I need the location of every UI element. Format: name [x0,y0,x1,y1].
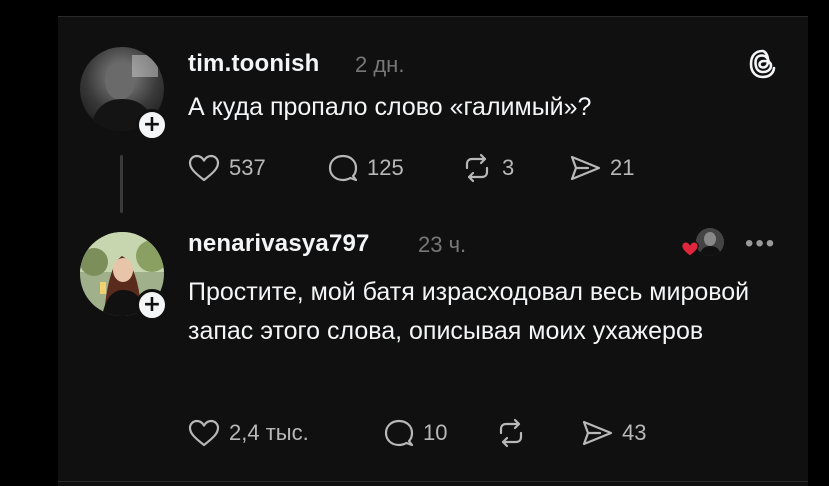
like-count: 2,4 тыс. [229,420,309,445]
thread-connector-line [120,155,123,213]
heart-icon [187,153,221,183]
follow-plus-button[interactable]: + [136,109,168,141]
author-avatar [696,228,724,256]
comment-button[interactable]: 10 [381,418,447,448]
post-time: 2 дн. [355,52,405,77]
post-text: Простите, мой батя израсходовал весь мир… [188,278,750,345]
repost-icon [494,418,528,448]
liked-by-author-badge [680,228,726,260]
comment-button[interactable]: 125 [325,153,404,183]
post-text: А куда пропало слово «галимый»? [188,93,592,121]
post-time: 23 ч. [418,232,467,257]
send-icon [580,418,614,448]
like-button[interactable]: 537 [187,153,266,183]
comment-count: 125 [367,155,404,180]
comment-icon [381,418,415,448]
heart-icon [187,418,221,448]
follow-plus-button[interactable]: + [136,289,168,321]
share-button[interactable]: 21 [568,153,634,183]
more-icon[interactable]: ••• [745,230,776,258]
heart-icon [680,240,700,263]
share-count: 43 [622,420,647,445]
like-button[interactable]: 2,4 тыс. [187,418,309,448]
repost-button[interactable] [494,418,536,448]
comment-count: 10 [423,420,448,445]
like-count: 537 [229,155,266,180]
repost-count: 3 [502,155,515,180]
share-button[interactable]: 43 [580,418,646,448]
send-icon [568,153,602,183]
threads-logo-icon[interactable] [748,48,778,85]
comment-icon [325,153,359,183]
repost-button[interactable]: 3 [460,153,514,183]
post-username[interactable]: nenarivasya797 [188,230,370,258]
divider [58,481,808,482]
post-username[interactable]: tim.toonish [188,50,320,78]
repost-icon [460,153,494,183]
share-count: 21 [610,155,635,180]
